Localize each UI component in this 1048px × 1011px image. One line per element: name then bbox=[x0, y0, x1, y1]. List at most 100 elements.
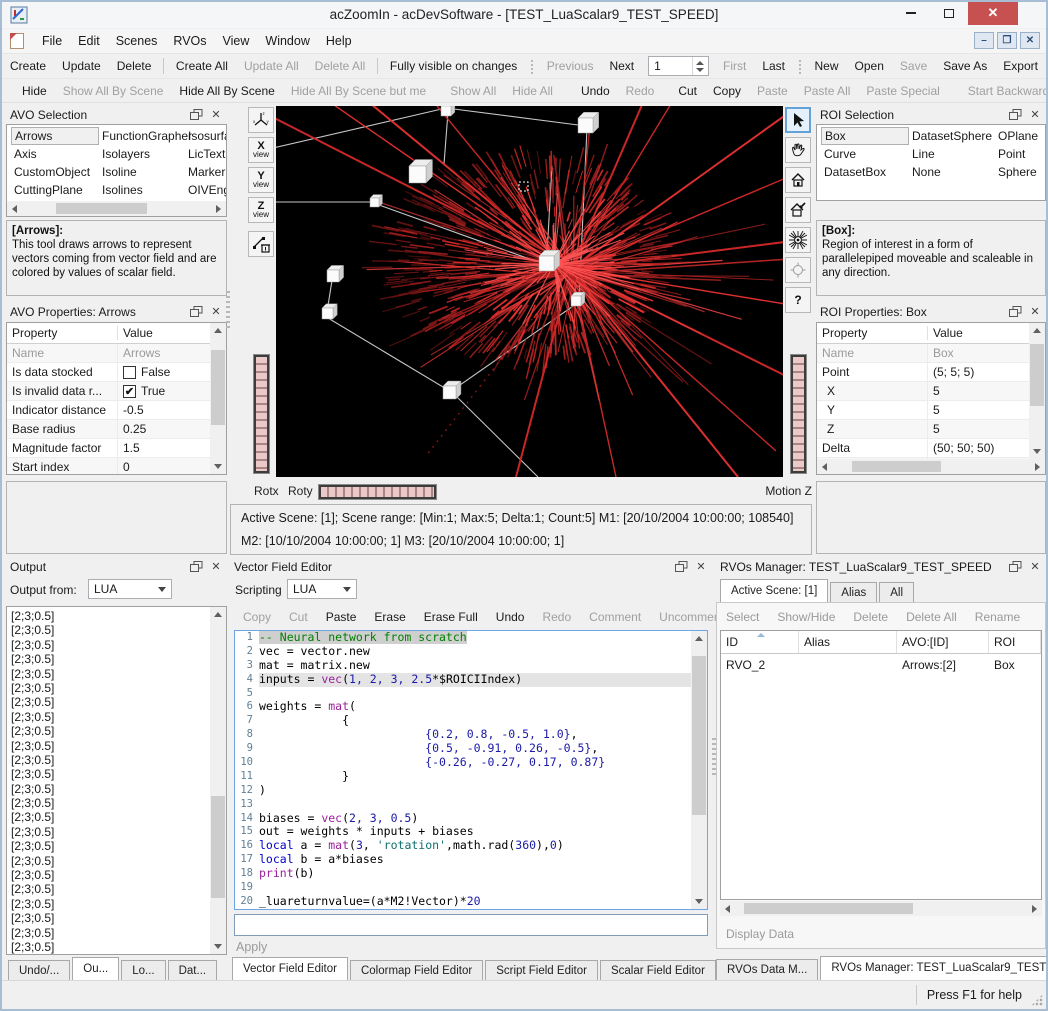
property-row[interactable]: Z5 bbox=[817, 420, 1029, 439]
minimize-button[interactable] bbox=[894, 2, 928, 25]
property-row[interactable]: Indicator distance-0.5 bbox=[7, 401, 210, 420]
code-line[interactable]: 2vec = vector.new bbox=[235, 645, 691, 659]
spinner-arrows[interactable] bbox=[692, 57, 708, 75]
roi-item-datasetbox[interactable]: DatasetBox bbox=[821, 163, 909, 181]
axes-orientation-icon[interactable]: zxy bbox=[248, 107, 274, 133]
spinner-down-icon[interactable] bbox=[696, 68, 704, 72]
close-panel-icon[interactable]: ✕ bbox=[209, 306, 223, 318]
code-line[interactable]: 17local b = a*biases bbox=[235, 853, 691, 867]
z-view-button[interactable]: Zview bbox=[248, 197, 274, 223]
delete-button[interactable]: Delete bbox=[109, 57, 160, 75]
property-row[interactable]: Base radius0.25 bbox=[7, 420, 210, 439]
close-button[interactable]: ✕ bbox=[968, 2, 1018, 25]
menu-file[interactable]: File bbox=[34, 31, 70, 51]
float-panel-icon[interactable] bbox=[1009, 306, 1022, 318]
pointer-tool-icon[interactable] bbox=[785, 107, 811, 133]
close-panel-icon[interactable]: ✕ bbox=[1028, 561, 1042, 573]
avo-list-hscrollbar[interactable] bbox=[7, 201, 226, 216]
erase-button[interactable]: Erase bbox=[366, 608, 413, 626]
export-button[interactable]: Export bbox=[995, 57, 1046, 75]
right-colorbar-slider[interactable] bbox=[791, 355, 806, 473]
new-button[interactable]: New bbox=[807, 57, 847, 75]
undo-button[interactable]: Undo bbox=[573, 82, 618, 100]
menu-view[interactable]: View bbox=[215, 31, 258, 51]
property-row[interactable]: NameArrows bbox=[7, 344, 210, 363]
mdi-restore-icon[interactable]: ❐ bbox=[997, 32, 1017, 49]
display-data-button[interactable]: Display Data bbox=[726, 927, 794, 941]
fully-visible-on-changes-button[interactable]: Fully visible on changes bbox=[382, 57, 525, 75]
seek-crosshair-icon[interactable] bbox=[785, 257, 811, 283]
float-panel-icon[interactable] bbox=[1009, 561, 1022, 573]
property-row[interactable]: Delta(50; 50; 50) bbox=[817, 439, 1029, 458]
output-vscrollbar[interactable] bbox=[210, 607, 226, 954]
property-row[interactable]: X5 bbox=[817, 382, 1029, 401]
code-line[interactable]: 11 } bbox=[235, 770, 691, 784]
rvos-tab-all[interactable]: All bbox=[879, 582, 914, 603]
menu-help[interactable]: Help bbox=[318, 31, 360, 51]
property-row[interactable]: Magnitude factor1.5 bbox=[7, 439, 210, 458]
set-home-view-icon[interactable] bbox=[785, 197, 811, 223]
roi-item-datasetsphere[interactable]: DatasetSphere bbox=[909, 127, 995, 145]
avo-item-isosurfac[interactable]: Isosurfac bbox=[185, 127, 226, 145]
avo-item-isolines[interactable]: Isolines bbox=[99, 181, 185, 199]
tab-scalar-field-editor[interactable]: Scalar Field Editor bbox=[600, 960, 716, 981]
roi-item-sphere[interactable]: Sphere bbox=[995, 163, 1045, 181]
mdi-minimize-icon[interactable]: – bbox=[974, 32, 994, 49]
roi-item-line[interactable]: Line bbox=[909, 145, 995, 163]
code-line[interactable]: 16local a = mat(3, 'rotation',math.rad(3… bbox=[235, 839, 691, 853]
scene-number-spinner[interactable]: 1 bbox=[648, 56, 709, 76]
float-panel-icon[interactable] bbox=[675, 561, 688, 573]
property-row[interactable]: Start index0 bbox=[7, 458, 210, 475]
next-button[interactable]: Next bbox=[601, 57, 642, 75]
code-line[interactable]: 12) bbox=[235, 784, 691, 798]
tab-colormap-field-editor[interactable]: Colormap Field Editor bbox=[350, 960, 483, 981]
code-line[interactable]: 6weights = mat( bbox=[235, 700, 691, 714]
property-row[interactable]: NameBox bbox=[817, 344, 1029, 363]
code-line[interactable]: 13 bbox=[235, 798, 691, 812]
property-row[interactable]: Y5 bbox=[817, 401, 1029, 420]
code-line[interactable]: 14biases = vec(2, 3, 0.5) bbox=[235, 812, 691, 826]
create-button[interactable]: Create bbox=[2, 57, 54, 75]
editor-vscrollbar[interactable] bbox=[691, 631, 707, 909]
hide-all-by-scene-button[interactable]: Hide All By Scene bbox=[171, 82, 282, 100]
checkbox-unchecked-icon[interactable] bbox=[123, 366, 136, 379]
save-as-button[interactable]: Save As bbox=[935, 57, 995, 75]
output-source-combobox[interactable]: LUA bbox=[88, 579, 172, 599]
code-line[interactable]: 18print(b) bbox=[235, 867, 691, 881]
help-tool-icon[interactable]: ? bbox=[785, 287, 811, 313]
3d-viewport[interactable] bbox=[276, 106, 783, 477]
roi-item-oplane[interactable]: OPlane bbox=[995, 127, 1045, 145]
splitter-grip[interactable] bbox=[226, 290, 230, 328]
avo-item-oivengin[interactable]: OIVEngin bbox=[185, 181, 226, 199]
tab-rvos-manager-test-luascalar9-test[interactable]: RVOs Manager: TEST_LuaScalar9_TEST_... bbox=[820, 956, 1048, 980]
rvos-col-alias[interactable]: Alias bbox=[799, 631, 897, 653]
property-row[interactable]: Is invalid data r...✔True bbox=[7, 382, 210, 401]
tab-script-field-editor[interactable]: Script Field Editor bbox=[485, 960, 598, 981]
avo-item-isoline[interactable]: Isoline bbox=[99, 163, 185, 181]
menu-rvos[interactable]: RVOs bbox=[165, 31, 214, 51]
checkbox-checked-icon[interactable]: ✔ bbox=[123, 385, 136, 398]
tab-vector-field-editor[interactable]: Vector Field Editor bbox=[232, 957, 348, 981]
home-view-icon[interactable] bbox=[785, 167, 811, 193]
last-button[interactable]: Last bbox=[754, 57, 793, 75]
roi-props-vscrollbar[interactable] bbox=[1029, 323, 1045, 459]
measure-delete-icon[interactable] bbox=[248, 231, 274, 257]
motion-z-label[interactable]: Motion Z bbox=[737, 484, 812, 498]
hide-button[interactable]: Hide bbox=[14, 82, 55, 100]
avo-item-isolayers[interactable]: Isolayers bbox=[99, 145, 185, 163]
code-line[interactable]: 7 { bbox=[235, 714, 691, 728]
apply-button[interactable]: Apply bbox=[236, 940, 267, 954]
scripting-combobox[interactable]: LUA bbox=[287, 579, 357, 599]
x-view-button[interactable]: Xview bbox=[248, 137, 274, 163]
left-colorbar-slider[interactable] bbox=[254, 355, 269, 473]
roi-item-point[interactable]: Point bbox=[995, 145, 1045, 163]
splitter-grip[interactable] bbox=[712, 737, 716, 775]
rvos-col-avo-id[interactable]: AVO:[ID] bbox=[897, 631, 989, 653]
copy-button[interactable]: Copy bbox=[705, 82, 749, 100]
rvos-tab-alias[interactable]: Alias bbox=[830, 582, 877, 603]
menu-window[interactable]: Window bbox=[257, 31, 317, 51]
code-editor[interactable]: 1-- Neural network from scratch2vec = ve… bbox=[234, 630, 708, 910]
mdi-close-icon[interactable]: ✕ bbox=[1020, 32, 1040, 49]
close-panel-icon[interactable]: ✕ bbox=[694, 561, 708, 573]
menu-edit[interactable]: Edit bbox=[70, 31, 108, 51]
